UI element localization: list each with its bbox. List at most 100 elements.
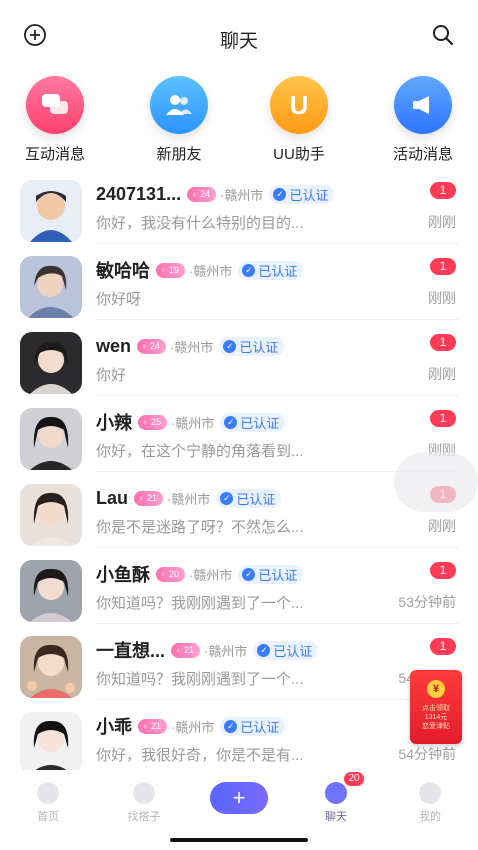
age-value: 24 xyxy=(150,341,161,351)
female-icon: ♀ xyxy=(138,493,145,503)
message-preview: 你好呀 xyxy=(96,291,142,308)
age-badge: ♀ 19 xyxy=(156,262,186,278)
verified-badge: ✓ 已认证 xyxy=(216,488,282,508)
city-label: ·赣州市 xyxy=(220,187,264,203)
contact-name: 2407131... xyxy=(96,183,182,204)
female-icon: ♀ xyxy=(160,569,166,579)
quick-action-label: UU助手 xyxy=(273,146,325,163)
quick-action-activity[interactable]: 活动消息 xyxy=(376,76,470,164)
name-line: 小乖 ♀ 21 ·赣州市 ✓ 已认证 xyxy=(96,714,286,738)
home-indicator xyxy=(170,838,308,842)
quick-action-label: 互动消息 xyxy=(24,146,85,163)
verified-badge: ✓ 已认证 xyxy=(238,260,304,280)
unread-badge: 1 xyxy=(430,410,456,427)
chat-row[interactable]: 小乖 ♀ 21 ·赣州市 ✓ 已认证 你好，我很好奇，你是不是有... 54分钟前 xyxy=(0,700,478,776)
floating-assistive-button[interactable] xyxy=(394,452,478,512)
message-preview: 你知道吗？我刚刚遇到了一个... xyxy=(96,671,304,688)
contact-name: wen xyxy=(96,335,132,356)
chat-bubbles-icon xyxy=(26,76,84,134)
create-post-button[interactable]: + xyxy=(210,782,268,814)
tab-label: 聊天 xyxy=(325,811,347,823)
age-badge: ♀ 21 xyxy=(134,490,164,506)
quick-action-new-friends[interactable]: 新朋友 xyxy=(132,76,226,164)
avatar xyxy=(20,484,82,546)
age-value: 21 xyxy=(184,645,195,655)
chat-row[interactable]: 2407131... ♀ 24 ·赣州市 ✓ 已认证 你好，我没有什么特别的目的..… xyxy=(0,168,478,244)
message-preview: 你好，我没有什么特别的目的... xyxy=(96,215,304,232)
leaf-icon xyxy=(133,782,155,804)
unread-badge: 1 xyxy=(430,334,456,351)
female-icon: ♀ xyxy=(141,341,148,351)
quick-action-label: 新朋友 xyxy=(156,146,202,163)
city-label: ·赣州市 xyxy=(167,491,211,507)
avatar xyxy=(20,712,82,774)
name-line: Lau ♀ 21 ·赣州市 ✓ 已认证 xyxy=(96,486,282,510)
quick-action-interactions[interactable]: 互动消息 xyxy=(8,76,102,164)
city-label: ·赣州市 xyxy=(170,339,214,355)
check-icon: ✓ xyxy=(223,339,237,353)
verified-label: 已认证 xyxy=(258,263,298,279)
message-preview: 你好，我很好奇，你是不是有... xyxy=(96,747,304,764)
check-icon: ✓ xyxy=(273,187,287,201)
message-time: 刚刚 xyxy=(428,290,456,306)
avatar xyxy=(20,408,82,470)
contact-name: 敏哈哈 xyxy=(96,261,150,281)
message-time: 54分钟前 xyxy=(398,746,456,762)
unread-badge: 1 xyxy=(430,562,456,579)
quick-action-uu-assistant[interactable]: U UU助手 xyxy=(252,76,346,164)
check-icon: ✓ xyxy=(242,567,256,581)
verified-badge: ✓ 已认证 xyxy=(220,716,286,736)
age-value: 20 xyxy=(169,569,180,579)
unread-badge: 1 xyxy=(430,258,456,275)
tab-home[interactable]: 首页 xyxy=(8,782,88,824)
chat-row[interactable]: wen ♀ 24 ·赣州市 ✓ 已认证 你好 1 刚刚 xyxy=(0,320,478,396)
contact-name: 一直想... xyxy=(96,641,166,661)
verified-badge: ✓ 已认证 xyxy=(238,564,304,584)
contact-name: 小辣 xyxy=(96,413,132,433)
red-envelope-promo[interactable]: ¥ 点击领取 1314元 恋爱津贴 xyxy=(410,670,462,744)
verified-label: 已认证 xyxy=(236,491,276,507)
verified-badge: ✓ 已认证 xyxy=(219,336,285,356)
people-icon xyxy=(150,76,208,134)
header: 聊天 xyxy=(0,0,478,70)
chat-row[interactable]: 一直想... ♀ 21 ·赣州市 ✓ 已认证 你知道吗？我刚刚遇到了一个... 1 … xyxy=(0,624,478,700)
unread-badge: 1 xyxy=(430,182,456,199)
tab-me[interactable]: 我的 xyxy=(390,782,470,824)
female-icon: ♀ xyxy=(175,645,182,655)
promo-amount: 1314元 xyxy=(424,714,448,721)
home-icon xyxy=(37,782,59,804)
verified-badge: ✓ 已认证 xyxy=(253,640,319,660)
message-time: 刚刚 xyxy=(428,518,456,534)
city-label: ·赣州市 xyxy=(171,415,215,431)
uu-icon: U xyxy=(270,76,328,134)
verified-label: 已认证 xyxy=(258,567,298,583)
check-icon: ✓ xyxy=(257,643,271,657)
avatar xyxy=(20,560,82,622)
megaphone-icon xyxy=(394,76,452,134)
chat-row[interactable]: 敏哈哈 ♀ 19 ·赣州市 ✓ 已认证 你好呀 1 刚刚 xyxy=(0,244,478,320)
chat-row[interactable]: 小鱼酥 ♀ 20 ·赣州市 ✓ 已认证 你知道吗？我刚刚遇到了一个... 1 53分… xyxy=(0,548,478,624)
message-time: 刚刚 xyxy=(428,214,456,230)
female-icon: ♀ xyxy=(142,417,148,427)
age-value: 21 xyxy=(147,493,158,503)
message-time: 53分钟前 xyxy=(398,594,456,610)
check-icon: ✓ xyxy=(224,719,238,733)
profile-icon xyxy=(419,782,441,804)
search-icon[interactable] xyxy=(430,22,456,48)
female-icon: ♀ xyxy=(191,189,198,199)
quick-action-label: 活动消息 xyxy=(392,146,453,163)
verified-label: 已认证 xyxy=(240,415,280,431)
name-line: 小辣 ♀ 25 ·赣州市 ✓ 已认证 xyxy=(96,410,286,434)
city-label: ·赣州市 xyxy=(204,643,248,659)
city-label: ·赣州市 xyxy=(189,263,233,279)
tab-find-partner[interactable]: 找搭子 xyxy=(104,782,184,824)
promo-line: 恋爱津贴 xyxy=(422,723,450,730)
unread-badge: 1 xyxy=(430,638,456,655)
tab-chat[interactable]: 20 聊天 xyxy=(296,772,376,824)
avatar xyxy=(20,332,82,394)
check-icon: ✓ xyxy=(224,415,238,429)
name-line: 一直想... ♀ 21 ·赣州市 ✓ 已认证 xyxy=(96,638,319,662)
promo-line: 点击领取 xyxy=(422,705,450,712)
tab-label: 我的 xyxy=(419,811,441,823)
age-value: 25 xyxy=(151,417,162,427)
